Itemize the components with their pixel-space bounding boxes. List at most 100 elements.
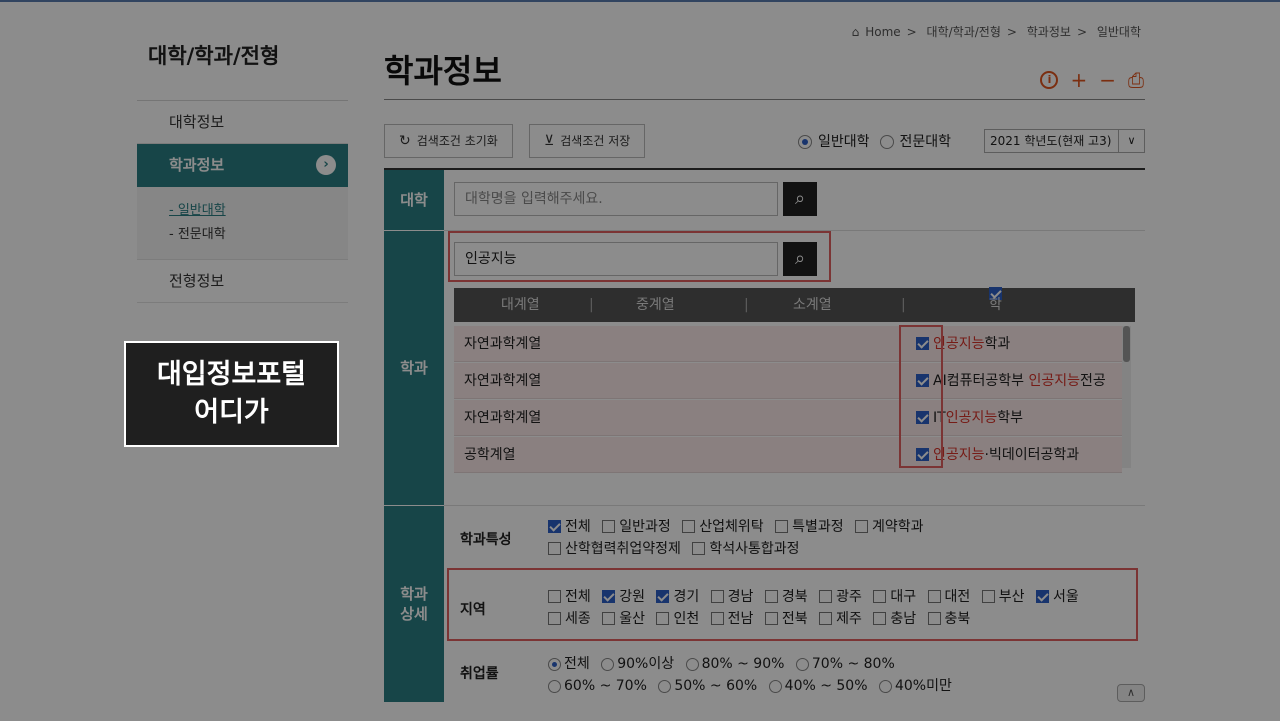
highlight-box (448, 231, 831, 282)
region-option[interactable]: 전체 (548, 589, 591, 605)
radio-college[interactable]: 전문대학 (879, 131, 951, 151)
region-option[interactable]: 광주 (819, 589, 862, 605)
breadcrumb-item[interactable]: 일반대학 (1097, 25, 1141, 39)
option-label: 계약학과 (872, 519, 924, 535)
region-option[interactable]: 경기 (656, 589, 699, 605)
region-option[interactable]: 충북 (927, 611, 970, 627)
option-label: 충남 (890, 611, 917, 627)
feature-option[interactable]: 특별과정 (775, 519, 844, 535)
sidebar-item-admission-info[interactable]: 전형정보 (137, 260, 348, 303)
univ-search-button[interactable]: ⌕ (783, 182, 817, 216)
breadcrumb-sep: > (906, 25, 917, 39)
checkbox-icon (548, 519, 561, 533)
region-option[interactable]: 대전 (927, 589, 970, 605)
univ-search-input[interactable]: 대학명을 입력해주세요. (454, 182, 778, 216)
option-label: 특별과정 (792, 519, 844, 535)
zoom-in-icon[interactable]: + (1070, 68, 1087, 92)
table-row: 자연과학계열 IT인공지능학부 (454, 400, 1122, 436)
breadcrumb-home[interactable]: Home (865, 25, 900, 39)
dept-post: 전공 (1079, 373, 1106, 389)
download-icon: ⊻ (544, 133, 555, 149)
save-search-button[interactable]: ⊻ 검색조건 저장 (529, 124, 646, 158)
col-small: 소계열 (793, 297, 832, 313)
option-label: 부산 (998, 589, 1025, 605)
radio-dot-icon (878, 679, 892, 693)
region-option[interactable]: 전북 (764, 611, 808, 627)
region-option[interactable]: 충남 (873, 611, 916, 627)
option-label: 전북 (781, 611, 808, 627)
region-option[interactable]: 대구 (873, 589, 916, 605)
employ-option[interactable]: 50% ~ 60% (658, 678, 757, 694)
region-option[interactable]: 울산 (602, 611, 645, 627)
sidebar-item-dept-info[interactable]: 학과정보 › (137, 144, 348, 187)
label-dept: 학과 (384, 231, 444, 505)
feature-option[interactable]: 학석사통합과정 (692, 541, 800, 557)
checkbox-icon (819, 611, 833, 625)
radio-dot-icon (798, 135, 812, 149)
region-option[interactable]: 부산 (981, 589, 1025, 605)
option-label: 서울 (1052, 589, 1079, 605)
checkbox-icon (548, 611, 561, 625)
label-detail-line: 학과 (400, 585, 428, 603)
option-label: 전체 (564, 656, 590, 672)
option-label: 40%미만 (894, 678, 952, 694)
print-icon[interactable]: ⎙ (1128, 68, 1144, 92)
option-label: 일반과정 (619, 519, 671, 535)
employ-option[interactable]: 80% ~ 90% (685, 656, 785, 672)
region-option[interactable]: 강원 (602, 589, 645, 605)
feature-option[interactable]: 산업체위탁 (682, 519, 764, 535)
radio-dot-icon (548, 679, 561, 693)
year-select-value: 2021 학년도(현재 고3) (990, 134, 1112, 148)
breadcrumb-item[interactable]: 학과정보 (1027, 25, 1071, 39)
scroll-top-button[interactable]: ∧ (1117, 684, 1145, 702)
scrollbar-thumb[interactable] (1123, 326, 1130, 362)
col-sep: | (744, 297, 749, 313)
dept-highlight: 인공지능 (1028, 373, 1080, 389)
page-title: 학과정보 (384, 52, 502, 90)
checkbox-icon (1035, 589, 1049, 603)
option-label: 제주 (836, 611, 862, 627)
feature-option[interactable]: 산학협력취업약정제 (548, 541, 681, 557)
sidebar-sub-college[interactable]: - 전문대학 (169, 223, 348, 247)
feature-option[interactable]: 일반과정 (602, 519, 671, 535)
col-sep: | (589, 297, 594, 313)
zoom-out-icon[interactable]: − (1099, 68, 1116, 92)
checkbox-icon (873, 611, 887, 625)
radio-label: 일반대학 (818, 134, 870, 150)
option-label: 강원 (619, 589, 645, 605)
region-option[interactable]: 인천 (656, 611, 699, 627)
feature-option[interactable]: 전체 (548, 519, 591, 535)
year-select[interactable]: 2021 학년도(현재 고3) ∨ (984, 129, 1145, 153)
region-option[interactable]: 경남 (710, 589, 753, 605)
region-option[interactable]: 제주 (819, 611, 862, 627)
region-option[interactable]: 서울 (1035, 589, 1079, 605)
employ-option[interactable]: 70% ~ 80% (795, 656, 895, 672)
region-option[interactable]: 경북 (764, 589, 808, 605)
option-label: 경기 (673, 589, 700, 605)
region-option[interactable]: 전남 (710, 611, 753, 627)
breadcrumb-item[interactable]: 대학/학과/전형 (927, 25, 1001, 39)
sidebar-item-univ-info[interactable]: 대학정보 (137, 101, 348, 144)
option-label: 80% ~ 90% (701, 656, 785, 672)
employ-option[interactable]: 전체 (548, 656, 590, 672)
radio-general[interactable]: 일반대학 (798, 131, 870, 151)
sidebar-sub-general[interactable]: - 일반대학 (169, 199, 348, 223)
info-icon[interactable]: i (1040, 71, 1059, 89)
home-icon[interactable]: ⌂ (852, 25, 860, 39)
employ-option[interactable]: 40% ~ 50% (768, 678, 868, 694)
feature-option[interactable]: 계약학과 (855, 519, 924, 535)
employ-option[interactable]: 60% ~ 70% (548, 678, 647, 694)
checkbox-icon (548, 541, 561, 555)
school-type-radios: 일반대학 전문대학 (798, 131, 951, 151)
brand-logo-box: 대입정보포털 어디가 (124, 341, 339, 447)
table-scrollbar[interactable] (1122, 326, 1131, 468)
col-sep: | (901, 297, 906, 313)
employ-option[interactable]: 40%미만 (878, 678, 952, 694)
checkbox-icon (855, 519, 869, 533)
employ-option[interactable]: 90%이상 (601, 656, 674, 672)
reset-search-button[interactable]: ↻ 검색조건 초기화 (384, 124, 513, 158)
row-category: 공학계열 (464, 447, 516, 463)
option-label: 울산 (619, 611, 645, 627)
option-label: 90%이상 (617, 656, 675, 672)
region-option[interactable]: 세종 (548, 611, 591, 627)
